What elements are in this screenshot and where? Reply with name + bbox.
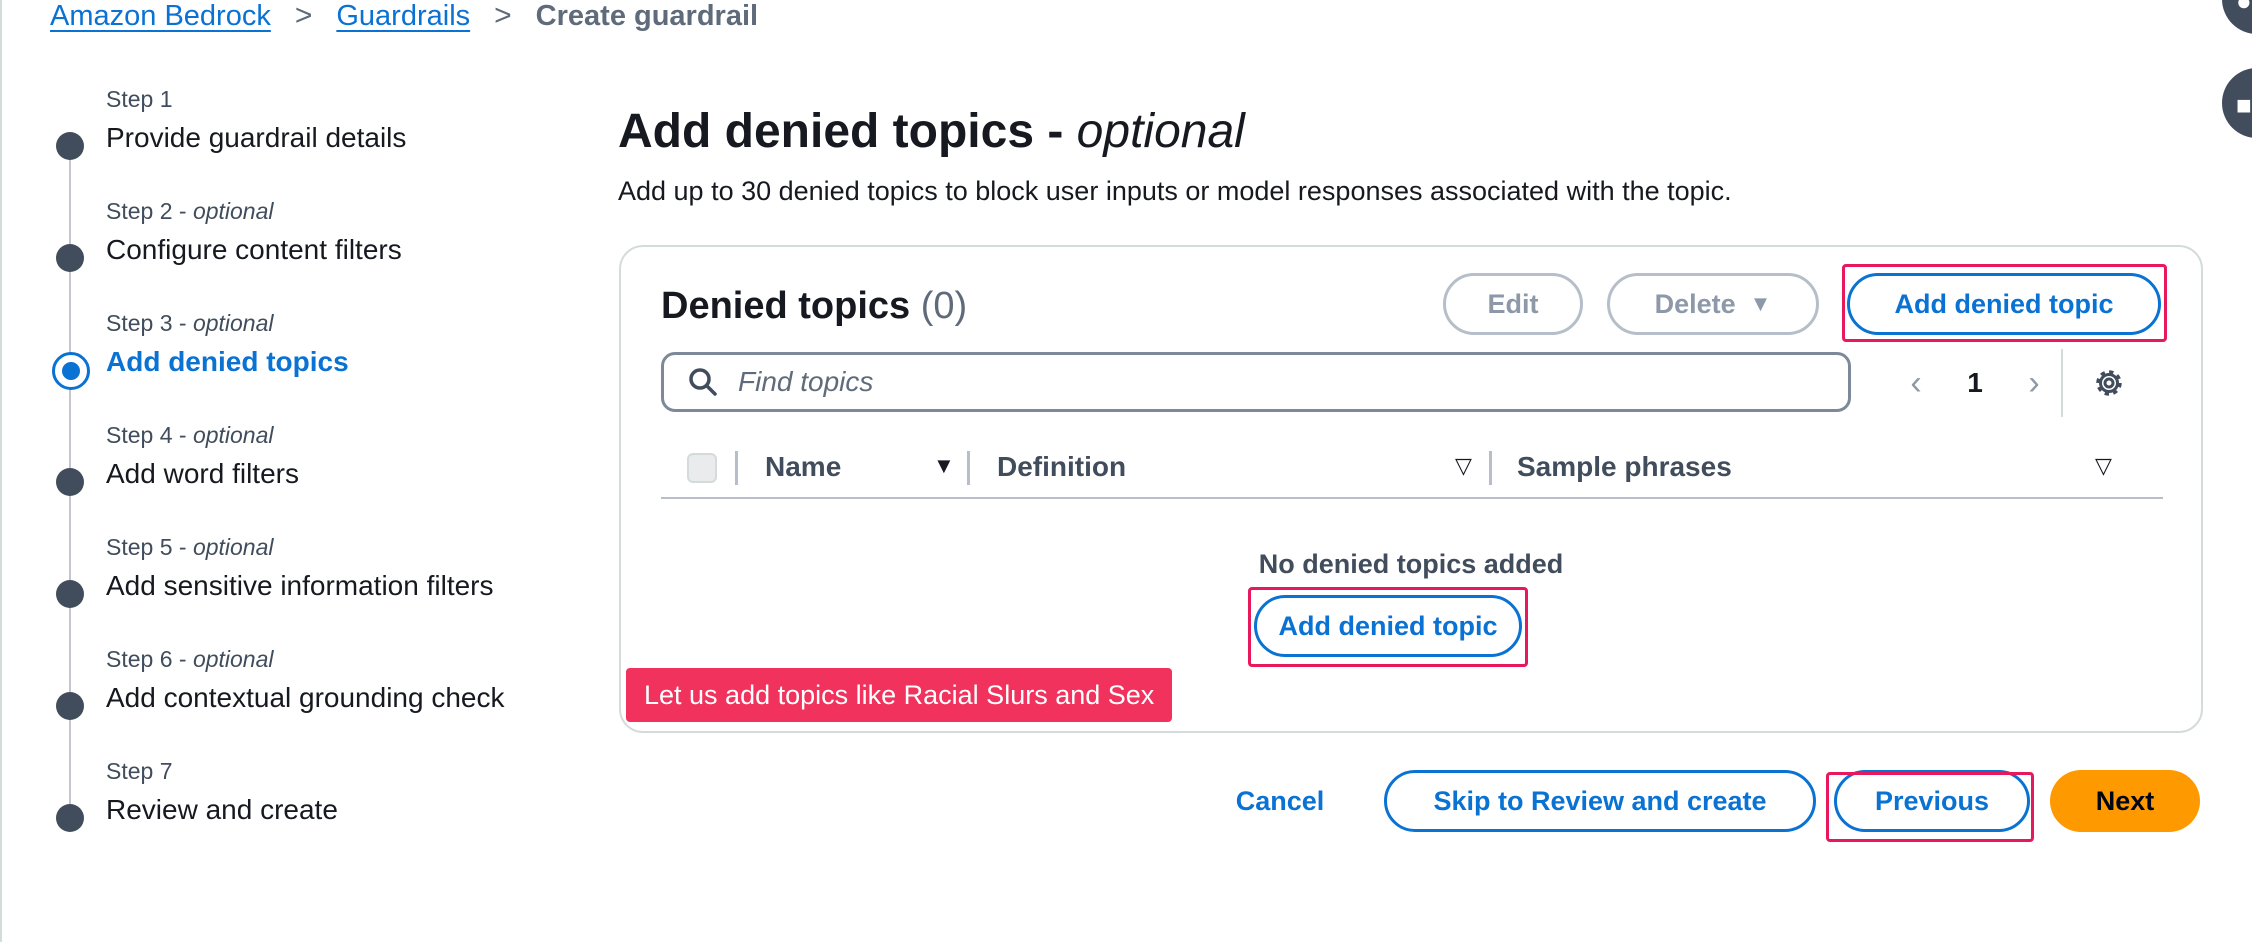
chat-icon: ■	[2236, 90, 2252, 120]
column-resizer[interactable]	[967, 451, 970, 485]
page-title: Add denied topics - optional	[618, 105, 1245, 158]
step-status-dot-icon	[56, 804, 84, 832]
step-title: Add word filters	[106, 458, 299, 489]
gear-icon[interactable]	[2091, 365, 2127, 401]
highlight-box	[1248, 587, 1528, 667]
highlight-box	[1842, 264, 2167, 342]
current-page-number[interactable]: 1	[1936, 367, 2014, 399]
previous-page-icon[interactable]: ‹	[1896, 364, 1936, 403]
breadcrumb-link-guardrails[interactable]: Guardrails	[336, 0, 470, 33]
step-title: Provide guardrail details	[106, 122, 407, 153]
delete-button[interactable]: Delete ▼	[1607, 273, 1819, 335]
pagination: ‹ 1 ›	[1896, 355, 2054, 411]
sort-icon[interactable]: ▽	[1455, 453, 1472, 479]
edit-button[interactable]: Edit	[1443, 273, 1583, 335]
column-header-name[interactable]: Name	[765, 451, 841, 483]
step-status-dot-icon	[56, 580, 84, 608]
step-caption: Step 4 - optional	[106, 422, 274, 448]
feedback-panel-button[interactable]: ■	[2222, 68, 2252, 138]
annotation-text: Let us add topics like Racial Slurs and …	[644, 679, 1155, 710]
highlight-box	[1826, 772, 2034, 842]
step-status-dot-icon	[56, 244, 84, 272]
cancel-button[interactable]: Cancel	[1218, 770, 1342, 832]
select-all-checkbox[interactable]	[687, 453, 717, 483]
empty-state-text: No denied topics added	[1258, 549, 1564, 579]
step-caption: Step 6 - optional	[106, 646, 274, 672]
step-caption: Step 2 - optional	[106, 198, 274, 224]
column-resizer[interactable]	[735, 451, 738, 485]
step-title: Add sensitive information filters	[106, 570, 494, 601]
table-header: Name ▼ Definition ▽ Sample phrases ▽	[661, 437, 2163, 499]
breadcrumb-separator-icon: >	[294, 0, 313, 32]
breadcrumb-separator-icon: >	[494, 0, 512, 32]
page-description: Add up to 30 denied topics to block user…	[618, 176, 1732, 206]
annotation-callout: Let us add topics like Racial Slurs and …	[626, 668, 1173, 722]
step-caption: Step 5 - optional	[106, 534, 274, 560]
column-header-sample-phrases[interactable]: Sample phrases	[1517, 451, 1732, 483]
pagination-divider	[2061, 349, 2063, 417]
step-caption: Step 3 - optional	[106, 310, 274, 336]
next-button[interactable]: Next	[2050, 770, 2200, 832]
breadcrumb-current: Create guardrail	[535, 0, 759, 32]
denied-topics-count: (0)	[920, 285, 968, 327]
caret-down-icon: ▼	[1749, 291, 1772, 316]
step-title: Configure content filters	[106, 234, 402, 265]
search-input[interactable]	[736, 365, 1740, 399]
denied-topics-table-container: Denied topics (0) Edit Delete ▼ Add denie…	[619, 245, 2203, 733]
step-active-dot-icon	[52, 352, 90, 390]
step-caption: Step 1	[106, 86, 173, 112]
denied-topics-heading: Denied topics (0)	[661, 285, 968, 327]
step-title: Review and create	[106, 794, 338, 825]
search-icon	[688, 367, 718, 397]
step-status-dot-icon	[56, 692, 84, 720]
column-header-definition[interactable]: Definition	[997, 451, 1126, 483]
step-caption: Step 7	[106, 758, 173, 784]
skip-to-review-button[interactable]: Skip to Review and create	[1384, 770, 1816, 832]
next-page-icon[interactable]: ›	[2014, 364, 2054, 403]
breadcrumb: Amazon Bedrock > Guardrails > Create gua…	[50, 0, 758, 32]
help-panel-button[interactable]: ●	[2222, 0, 2252, 34]
sort-descending-icon[interactable]: ▼	[933, 453, 955, 479]
step-title-active: Add denied topics	[106, 346, 349, 377]
step-status-dot-icon	[56, 468, 84, 496]
sort-icon[interactable]: ▽	[2095, 453, 2112, 479]
step-title: Add contextual grounding check	[106, 682, 505, 713]
info-icon: ●	[2236, 0, 2252, 16]
column-resizer[interactable]	[1489, 451, 1492, 485]
left-edge-border	[0, 0, 2, 942]
step-status-dot-icon	[56, 132, 84, 160]
breadcrumb-link-amazon-bedrock[interactable]: Amazon Bedrock	[50, 0, 271, 33]
find-topics-search[interactable]	[661, 352, 1851, 412]
